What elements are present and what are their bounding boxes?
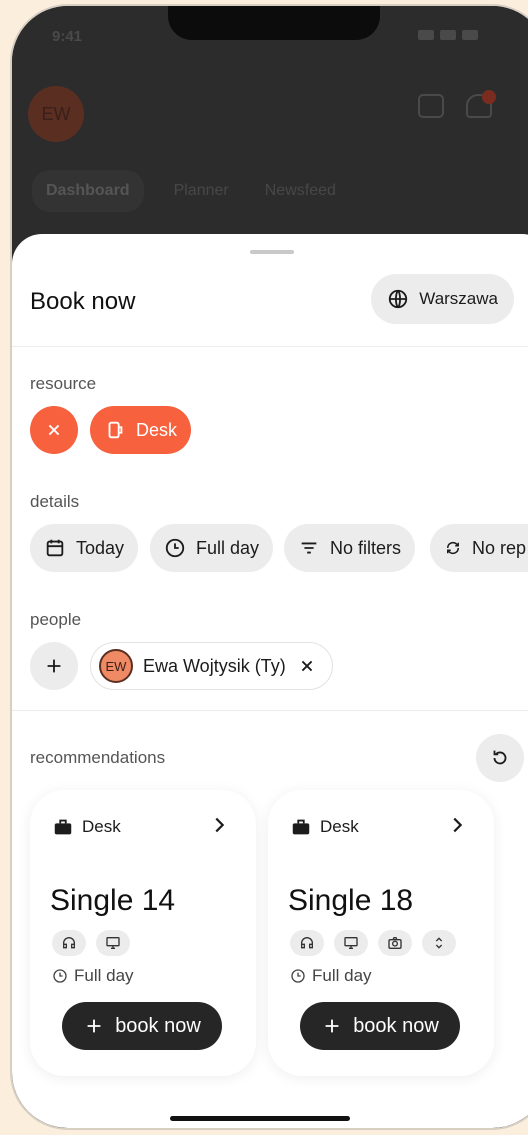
card-type: Desk xyxy=(290,816,359,838)
clear-resource-button[interactable] xyxy=(30,406,78,454)
tab-planner[interactable]: Planner xyxy=(168,170,235,212)
card-duration-label: Full day xyxy=(312,966,372,985)
tab-dashboard[interactable]: Dashboard xyxy=(32,170,144,212)
headphones-icon xyxy=(290,930,324,956)
repeat-chip[interactable]: No rep xyxy=(430,524,528,572)
section-details: details xyxy=(30,492,80,511)
plus-icon xyxy=(87,1019,101,1033)
refresh-button[interactable] xyxy=(476,734,524,782)
calendar-icon xyxy=(46,539,64,557)
system-icons xyxy=(418,30,478,40)
desk-icon xyxy=(108,421,123,439)
card-duration: Full day xyxy=(290,966,372,986)
battery-icon xyxy=(462,30,478,40)
chevron-right-icon[interactable] xyxy=(208,814,230,836)
card-title: Single 14 xyxy=(50,884,176,917)
refresh-icon xyxy=(493,750,507,765)
plus-icon xyxy=(47,659,61,673)
divider xyxy=(12,346,528,347)
signal-icon xyxy=(418,30,434,40)
book-now-label: book now xyxy=(353,1014,439,1037)
amenities xyxy=(52,930,130,956)
header-icons xyxy=(418,90,496,118)
clock-icon xyxy=(291,969,305,983)
close-icon xyxy=(48,424,60,436)
avatar[interactable]: EW xyxy=(28,86,84,142)
sheet-header: Book now Warszawa xyxy=(30,274,514,326)
tab-newsfeed[interactable]: Newsfeed xyxy=(259,170,342,212)
wifi-icon xyxy=(440,30,456,40)
expand-icon xyxy=(422,930,456,956)
drag-handle[interactable] xyxy=(250,250,294,254)
monitor-icon xyxy=(96,930,130,956)
person-name: Ewa Wojtysik (Ty) xyxy=(143,655,286,676)
book-now-button[interactable]: book now xyxy=(62,1002,222,1050)
camera-icon xyxy=(378,930,412,956)
card-type-label: Desk xyxy=(320,817,359,836)
briefcase-icon xyxy=(54,819,72,835)
resource-chip-label: Desk xyxy=(136,419,178,440)
clock-icon xyxy=(165,538,185,558)
person-avatar: EW xyxy=(99,649,133,683)
card-type: Desk xyxy=(52,816,121,838)
globe-icon xyxy=(389,289,408,309)
notification-badge xyxy=(482,90,496,104)
status-bar: 9:41 xyxy=(52,28,478,50)
book-now-button[interactable]: book now xyxy=(300,1002,460,1050)
repeat-chip-label: No rep xyxy=(471,537,526,558)
remove-person-icon[interactable] xyxy=(296,655,318,677)
add-person-button[interactable] xyxy=(30,642,78,690)
amenities xyxy=(290,930,456,956)
bell-icon[interactable] xyxy=(466,90,496,118)
card-duration-label: Full day xyxy=(74,966,134,985)
duration-chip-label: Full day xyxy=(196,537,260,558)
sheet-title: Book now xyxy=(30,288,136,315)
filters-chip-label: No filters xyxy=(330,537,402,558)
book-now-sheet: Book now Warszawa resource Desk details … xyxy=(12,234,528,1128)
home-indicator[interactable] xyxy=(170,1116,350,1121)
book-now-label: book now xyxy=(115,1014,201,1037)
date-chip-label: Today xyxy=(76,537,125,558)
section-people: people xyxy=(30,610,82,629)
chevron-right-icon[interactable] xyxy=(446,814,468,836)
status-time: 9:41 xyxy=(52,28,83,45)
clock-icon xyxy=(53,969,67,983)
section-recommendations: recommendations xyxy=(30,748,166,767)
monitor-icon xyxy=(334,930,368,956)
filters-chip[interactable]: No filters xyxy=(284,524,416,572)
date-chip[interactable]: Today xyxy=(30,524,139,572)
cast-icon[interactable] xyxy=(418,94,444,118)
duration-chip[interactable]: Full day xyxy=(150,524,274,572)
background-tabs: Dashboard Planner Newsfeed xyxy=(32,170,342,212)
recommendation-card[interactable]: Desk Single 14 Full day book now xyxy=(30,790,256,1076)
card-title: Single 18 xyxy=(288,884,414,917)
phone-frame: 9:41 EW Dashboard Planner Newsfeed Book … xyxy=(10,4,528,1130)
resource-chip-desk[interactable]: Desk xyxy=(90,406,192,454)
location-button[interactable]: Warszawa xyxy=(371,274,514,324)
location-label: Warszawa xyxy=(419,289,498,308)
person-chip[interactable]: EW Ewa Wojtysik (Ty) xyxy=(90,642,333,690)
headphones-icon xyxy=(52,930,86,956)
filter-icon xyxy=(301,542,317,554)
card-type-label: Desk xyxy=(82,817,121,836)
divider xyxy=(12,710,528,711)
section-resource: resource xyxy=(30,374,97,393)
card-duration: Full day xyxy=(52,966,134,986)
recommendation-card[interactable]: Desk Single 18 Full day book now xyxy=(268,790,494,1076)
repeat-icon xyxy=(446,541,459,555)
briefcase-icon xyxy=(292,819,310,835)
plus-icon xyxy=(325,1019,339,1033)
